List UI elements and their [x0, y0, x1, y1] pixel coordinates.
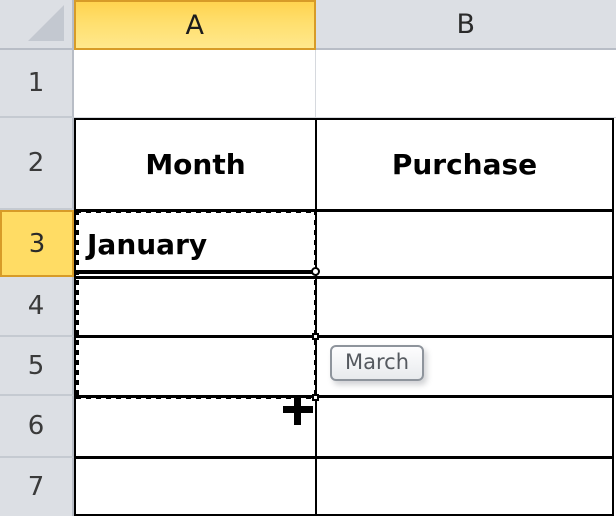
row-header-2-label: 2 [27, 148, 45, 178]
spreadsheet-grid: A B 1 2 3 4 5 6 7 Month Purchase January [0, 0, 616, 516]
cell-b7[interactable] [315, 457, 614, 516]
cell-a3[interactable]: January [74, 210, 317, 278]
cell-b2-value: Purchase [391, 148, 538, 181]
row-header-1[interactable]: 1 [0, 50, 74, 118]
cell-a6[interactable] [74, 396, 317, 458]
cell-b3[interactable] [315, 210, 614, 278]
fill-preview-tooltip-text: March [345, 350, 410, 374]
column-header-a-label: A [185, 9, 205, 41]
cell-a4[interactable] [74, 277, 317, 337]
row-header-5[interactable]: 5 [0, 337, 74, 396]
cell-a7[interactable] [74, 457, 317, 516]
cell-b2[interactable]: Purchase [315, 118, 614, 211]
row-header-6-label: 6 [27, 411, 45, 441]
row-header-2[interactable]: 2 [0, 118, 74, 210]
cell-a2[interactable]: Month [74, 118, 317, 211]
row-header-5-label: 5 [27, 350, 45, 381]
select-all-triangle-icon [28, 5, 64, 41]
row-header-3[interactable]: 3 [0, 210, 74, 277]
row-header-7[interactable]: 7 [0, 458, 74, 516]
row-header-6[interactable]: 6 [0, 396, 74, 458]
fill-preview-tooltip: March [330, 345, 425, 381]
row-header-4-label: 4 [27, 291, 45, 321]
cell-b1[interactable] [316, 50, 616, 118]
column-header-a[interactable]: A [74, 0, 316, 50]
cell-a5[interactable] [74, 336, 317, 397]
cell-a1[interactable] [74, 50, 316, 118]
row-header-4[interactable]: 4 [0, 277, 74, 337]
cell-a3-value: January [87, 227, 208, 261]
cell-b4[interactable] [315, 277, 614, 337]
cell-a2-value: Month [145, 148, 246, 181]
column-header-b-label: B [456, 8, 476, 40]
row-header-3-label: 3 [28, 228, 46, 259]
column-header-b[interactable]: B [316, 0, 616, 50]
select-all-corner[interactable] [0, 0, 74, 50]
cell-b6[interactable] [315, 396, 614, 458]
row-header-7-label: 7 [27, 472, 45, 502]
row-header-1-label: 1 [27, 68, 45, 98]
